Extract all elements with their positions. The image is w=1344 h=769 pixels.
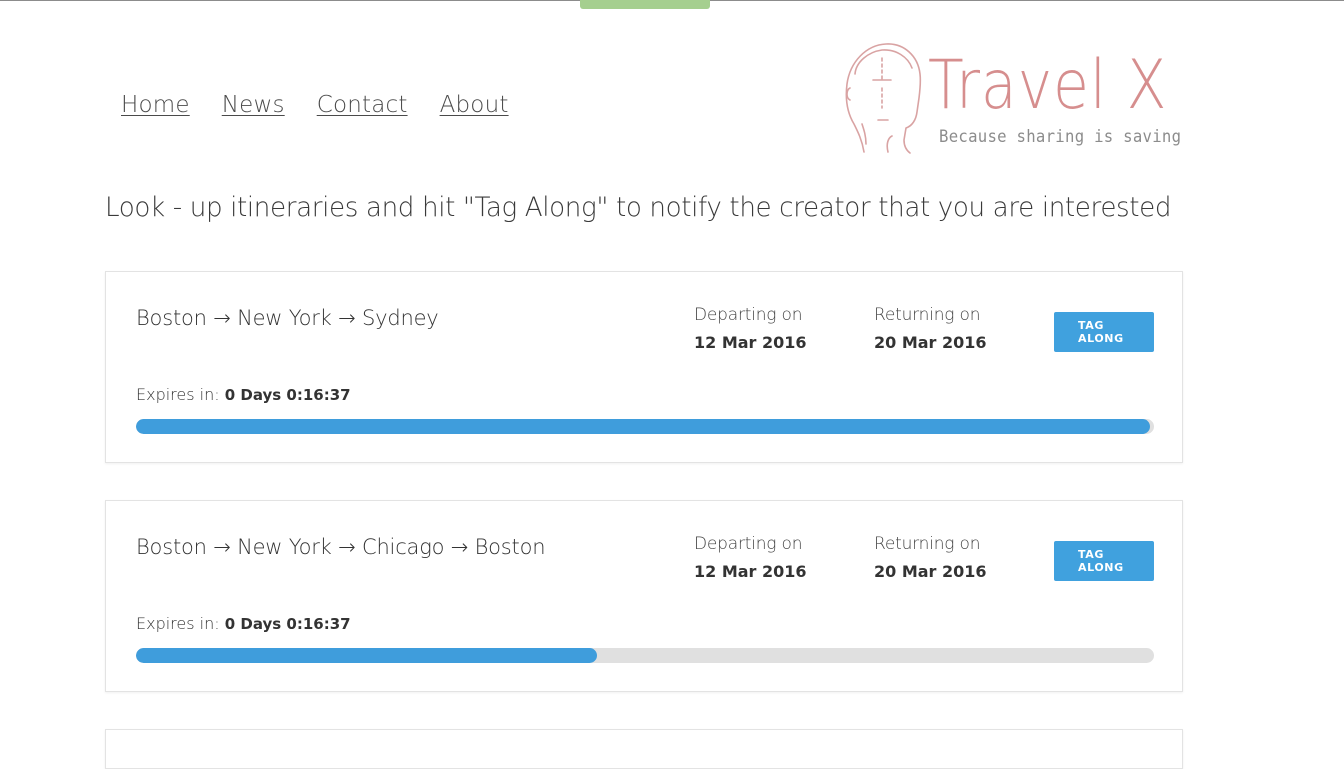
nav-link-contact[interactable]: Contact	[317, 92, 408, 118]
departing-block: Departing on 12 Mar 2016	[694, 304, 807, 354]
tag-along-button[interactable]: TAG ALONG	[1054, 541, 1154, 581]
expires-value: 0 Days 0:16:37	[224, 615, 351, 633]
departing-block: Departing on 12 Mar 2016	[694, 533, 807, 583]
departing-label: Departing on	[694, 305, 803, 325]
itinerary-route: Boston → New York → Sydney	[136, 306, 439, 330]
top-tab-indicator[interactable]	[580, 0, 710, 9]
itinerary-card: Boston → New York → Chicago → Boston Dep…	[105, 500, 1183, 692]
nav-link-about[interactable]: About	[440, 92, 509, 118]
expiry-progress-bar	[136, 648, 1154, 663]
head-outline-icon	[845, 43, 922, 154]
returning-block: Returning on 20 Mar 2016	[874, 533, 987, 583]
expiry-progress-fill	[136, 419, 1150, 434]
expires-text: Expires in: 0 Days 0:16:37	[136, 385, 351, 404]
returning-date: 20 Mar 2016	[874, 562, 987, 581]
returning-date: 20 Mar 2016	[874, 333, 987, 352]
itinerary-route: Boston → New York → Chicago → Boston	[136, 535, 546, 559]
departing-date: 12 Mar 2016	[694, 333, 807, 352]
main-nav: Home News Contact About	[121, 92, 541, 118]
site-logo[interactable]: Travel X Because sharing is saving	[842, 40, 1181, 160]
nav-link-news[interactable]: News	[222, 92, 285, 118]
expiry-progress-fill	[136, 648, 598, 663]
expires-label: Expires in:	[136, 614, 225, 633]
nav-link-home[interactable]: Home	[121, 92, 190, 118]
itinerary-card: Boston → New York → Sydney Departing on …	[105, 271, 1183, 463]
tag-along-button[interactable]: TAG ALONG	[1054, 312, 1154, 352]
departing-date: 12 Mar 2016	[694, 562, 807, 581]
logo-tagline: Because sharing is saving	[939, 127, 1182, 147]
page-headline: Look - up itineraries and hit "Tag Along…	[105, 192, 1172, 223]
expiry-progress-bar	[136, 419, 1154, 434]
returning-block: Returning on 20 Mar 2016	[874, 304, 987, 354]
logo-title: Travel X	[928, 46, 1168, 125]
expires-label: Expires in:	[136, 385, 225, 404]
itinerary-card	[105, 729, 1183, 769]
returning-label: Returning on	[874, 534, 981, 554]
expires-text: Expires in: 0 Days 0:16:37	[136, 614, 351, 633]
expires-value: 0 Days 0:16:37	[224, 386, 351, 404]
returning-label: Returning on	[874, 305, 981, 325]
departing-label: Departing on	[694, 534, 803, 554]
